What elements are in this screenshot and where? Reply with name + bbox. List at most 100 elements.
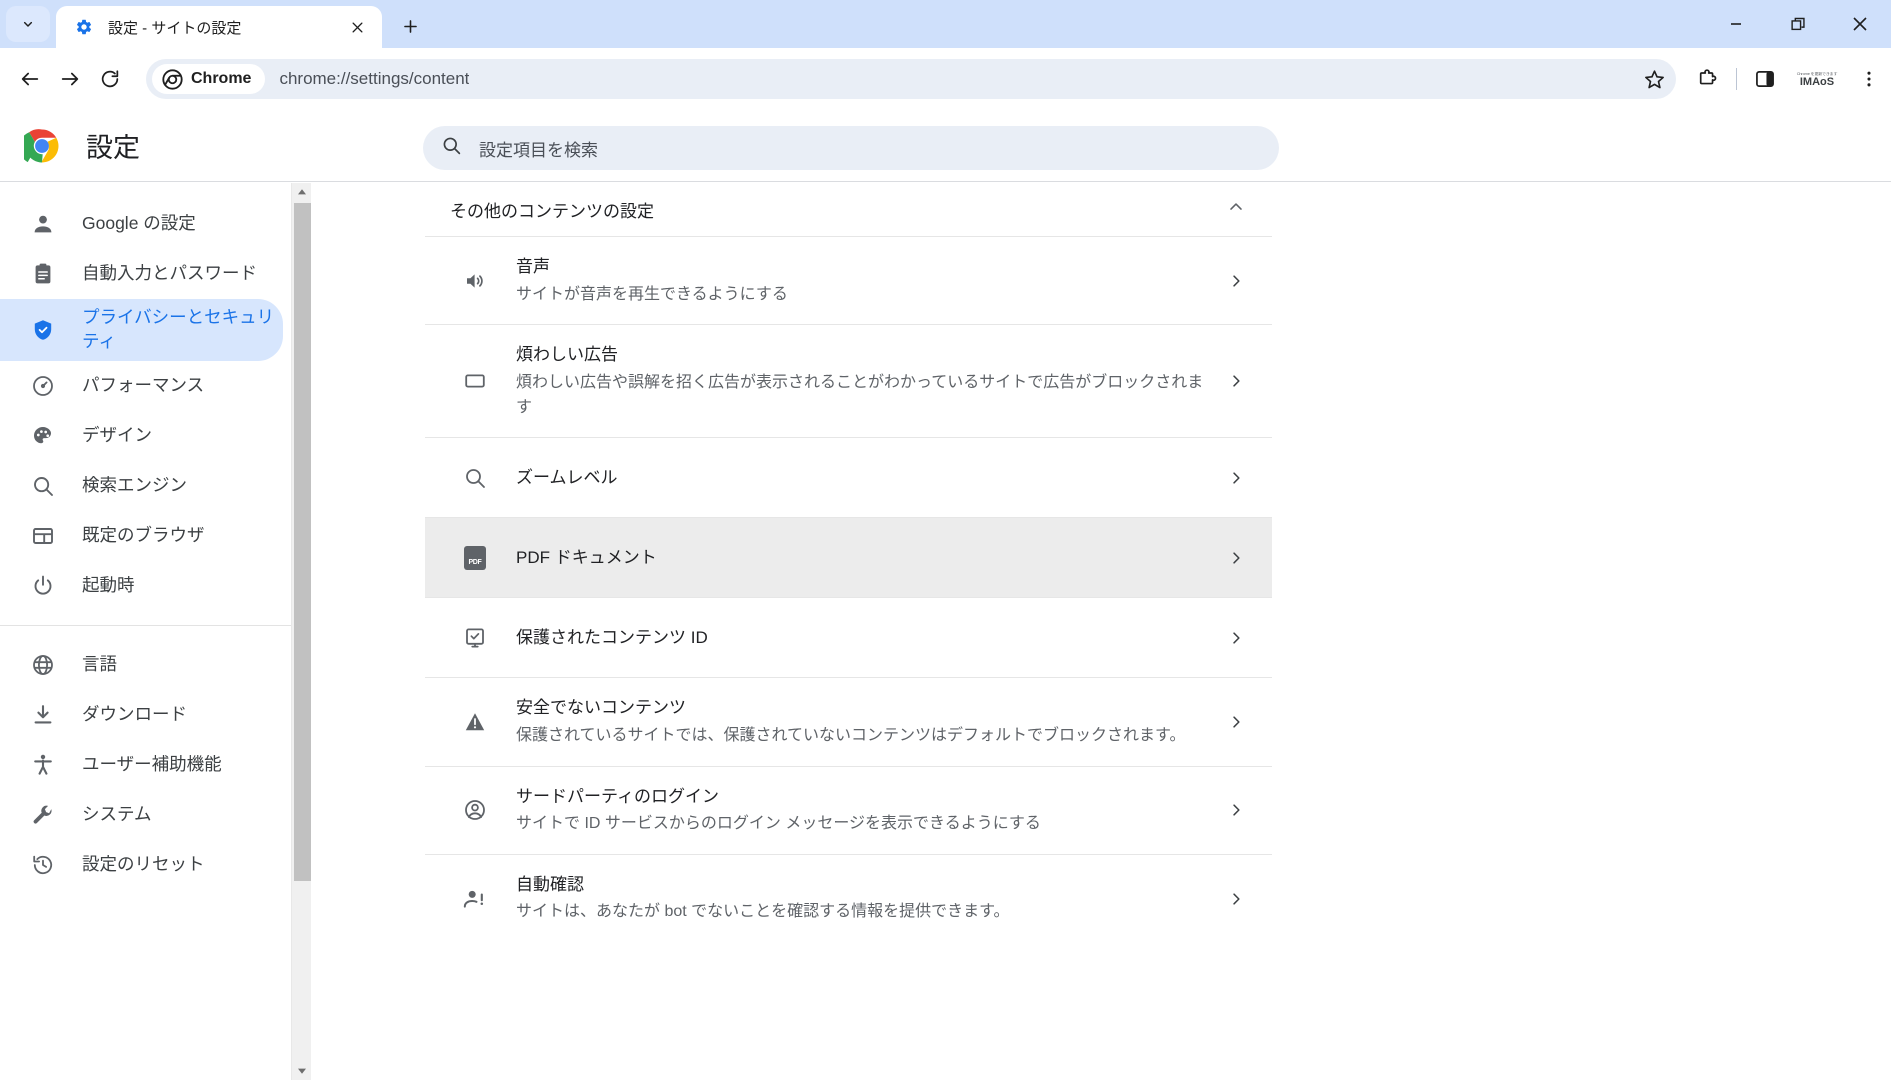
settings-row-text: 保護されたコンテンツ ID bbox=[516, 625, 1226, 651]
window-minimize-button[interactable] bbox=[1705, 0, 1767, 48]
browser-tab[interactable]: 設定 - サイトの設定 bbox=[56, 6, 382, 48]
settings-row-text: PDF ドキュメント bbox=[516, 545, 1226, 571]
chrome-menu-button[interactable] bbox=[1847, 57, 1891, 101]
chevron-up-icon[interactable] bbox=[1226, 197, 1246, 222]
sidebar-item-6[interactable]: 既定のブラウザ bbox=[0, 511, 283, 561]
minimize-icon bbox=[1729, 17, 1743, 31]
account-circle-icon bbox=[462, 797, 488, 823]
sidebar-item-label: 既定のブラウザ bbox=[82, 524, 205, 548]
sidebar-item-5[interactable]: 検索エンジン bbox=[0, 461, 283, 511]
window-close-button[interactable] bbox=[1829, 0, 1891, 48]
chevron-right-icon[interactable] bbox=[1226, 713, 1246, 731]
settings-row-description: サイトで ID サービスからのログイン メッセージを表示できるようにする bbox=[516, 812, 1208, 837]
side-panel-button[interactable] bbox=[1743, 57, 1787, 101]
puzzle-icon bbox=[1696, 67, 1720, 91]
side-panel-icon bbox=[1754, 68, 1776, 90]
speaker-icon bbox=[462, 268, 488, 294]
chevron-right-icon[interactable] bbox=[1226, 801, 1246, 819]
forward-button[interactable] bbox=[50, 59, 90, 99]
star-icon bbox=[1643, 68, 1666, 91]
window-restore-button[interactable] bbox=[1767, 0, 1829, 48]
back-button[interactable] bbox=[10, 59, 50, 99]
address-bar[interactable]: Chrome chrome://settings/content bbox=[146, 59, 1676, 99]
sidebar-item-9[interactable]: ダウンロード bbox=[0, 690, 283, 740]
gear-icon bbox=[74, 17, 94, 37]
chevron-right-icon[interactable] bbox=[1226, 469, 1246, 487]
sidebar-item-label: プライバシーとセキュリティ bbox=[82, 306, 283, 353]
zoom-icon bbox=[462, 465, 488, 491]
settings-row[interactable]: PDF PDF ドキュメント bbox=[425, 517, 1272, 597]
tab-title: 設定 - サイトの設定 bbox=[108, 17, 344, 38]
sidebar-item-label: システム bbox=[82, 803, 151, 827]
settings-row-text: ズームレベル bbox=[516, 465, 1226, 491]
tab-close-button[interactable] bbox=[344, 14, 370, 40]
tab-strip: 設定 - サイトの設定 bbox=[0, 0, 1891, 48]
close-icon bbox=[350, 20, 365, 35]
tab-search-button[interactable] bbox=[6, 6, 50, 42]
globe-icon bbox=[30, 652, 56, 678]
sidebar-item-7[interactable]: 起動時 bbox=[0, 561, 283, 611]
sidebar-item-11[interactable]: システム bbox=[0, 790, 283, 840]
bookmark-star-button[interactable] bbox=[1643, 68, 1666, 91]
settings-row-title: 煩わしい広告 bbox=[516, 345, 618, 364]
chevron-right-icon[interactable] bbox=[1226, 629, 1246, 647]
settings-row[interactable]: 保護されたコンテンツ ID bbox=[425, 597, 1272, 677]
sidebar-item-0[interactable]: Google の設定 bbox=[0, 199, 283, 249]
sidebar-item-8[interactable]: 言語 bbox=[0, 640, 283, 690]
settings-row-description: 煩わしい広告や誤解を招く広告が表示されることがわかっているサイトで広告がブロック… bbox=[516, 371, 1208, 421]
settings-row-title: 自動確認 bbox=[516, 875, 584, 894]
chrome-origin-chip[interactable]: Chrome bbox=[152, 64, 265, 94]
chevron-right-icon[interactable] bbox=[1226, 549, 1246, 567]
window-controls bbox=[1705, 0, 1891, 48]
sidebar-item-label: ユーザー補助機能 bbox=[82, 753, 222, 777]
pdf-badge: PDF bbox=[464, 546, 486, 570]
settings-row-title: 保護されたコンテンツ ID bbox=[516, 628, 708, 647]
chevron-right-icon[interactable] bbox=[1226, 372, 1246, 390]
settings-body: Google の設定 自動入力とパスワード プライバシーとセキュリティ パフォー… bbox=[0, 183, 1891, 1080]
sidebar-item-12[interactable]: 設定のリセット bbox=[0, 840, 283, 890]
sidebar-item-label: 設定のリセット bbox=[82, 853, 205, 877]
history-icon bbox=[30, 852, 56, 878]
sidebar-item-4[interactable]: デザイン bbox=[0, 411, 283, 461]
scrollbar-thumb[interactable] bbox=[294, 203, 311, 881]
settings-row[interactable]: ズームレベル bbox=[425, 437, 1272, 517]
sidebar-item-2[interactable]: プライバシーとセキュリティ bbox=[0, 299, 283, 361]
search-icon bbox=[441, 135, 462, 161]
plus-icon bbox=[401, 17, 420, 36]
extensions-button[interactable] bbox=[1686, 57, 1730, 101]
sidebar-item-1[interactable]: 自動入力とパスワード bbox=[0, 249, 283, 299]
settings-row[interactable]: 自動確認 サイトは、あなたが bot でないことを確認する情報を提供できます。 bbox=[425, 854, 1272, 942]
reload-button[interactable] bbox=[90, 59, 130, 99]
profile-avatar-badge[interactable]: Chrome を更新できます IMAoS bbox=[1793, 71, 1841, 88]
sidebar-scrollbar[interactable] bbox=[291, 183, 311, 1080]
pdf-badge-text: PDF bbox=[468, 559, 481, 566]
section-header-other-content[interactable]: その他のコンテンツの設定 bbox=[425, 183, 1272, 236]
sidebar-item-10[interactable]: ユーザー補助機能 bbox=[0, 740, 283, 790]
scrollbar-up-button[interactable] bbox=[292, 183, 312, 201]
chevron-right-icon[interactable] bbox=[1226, 890, 1246, 908]
settings-row[interactable]: 安全でないコンテンツ 保護されているサイトでは、保護されていないコンテンツはデフ… bbox=[425, 677, 1272, 765]
new-tab-button[interactable] bbox=[392, 8, 428, 44]
settings-row-title: ズームレベル bbox=[516, 468, 618, 487]
settings-row[interactable]: サードパーティのログイン サイトで ID サービスからのログイン メッセージを表… bbox=[425, 766, 1272, 854]
sidebar-item-3[interactable]: パフォーマンス bbox=[0, 361, 283, 411]
sidebar-item-label: 言語 bbox=[82, 653, 117, 677]
power-icon bbox=[30, 573, 56, 599]
settings-row-title: PDF ドキュメント bbox=[516, 548, 657, 567]
settings-row[interactable]: 音声 サイトが音声を再生できるようにする bbox=[425, 236, 1272, 324]
settings-row[interactable]: 煩わしい広告 煩わしい広告や誤解を招く広告が表示されることがわかっているサイトで… bbox=[425, 324, 1272, 437]
settings-row-text: 安全でないコンテンツ 保護されているサイトでは、保護されていないコンテンツはデフ… bbox=[516, 695, 1226, 748]
chrome-chip-label: Chrome bbox=[191, 70, 251, 88]
sidebar-item-label: 自動入力とパスワード bbox=[82, 262, 257, 286]
settings-row-title: 安全でないコンテンツ bbox=[516, 698, 686, 717]
scrollbar-down-button[interactable] bbox=[292, 1062, 312, 1080]
person-alert-icon bbox=[462, 886, 488, 912]
browser-toolbar: Chrome chrome://settings/content Chrome … bbox=[0, 48, 1891, 110]
browser-window-icon bbox=[30, 523, 56, 549]
chevron-right-icon[interactable] bbox=[1226, 272, 1246, 290]
settings-search-input[interactable]: 設定項目を検索 bbox=[423, 126, 1279, 170]
profile-badge-label: IMAoS bbox=[1800, 76, 1834, 88]
sidebar-primary-group: Google の設定 自動入力とパスワード プライバシーとセキュリティ パフォー… bbox=[0, 199, 291, 611]
content-settings-card: その他のコンテンツの設定 音声 サイトが音声を再生できるようにする 煩わしい広告… bbox=[425, 183, 1272, 942]
chrome-logo-icon bbox=[24, 128, 60, 164]
